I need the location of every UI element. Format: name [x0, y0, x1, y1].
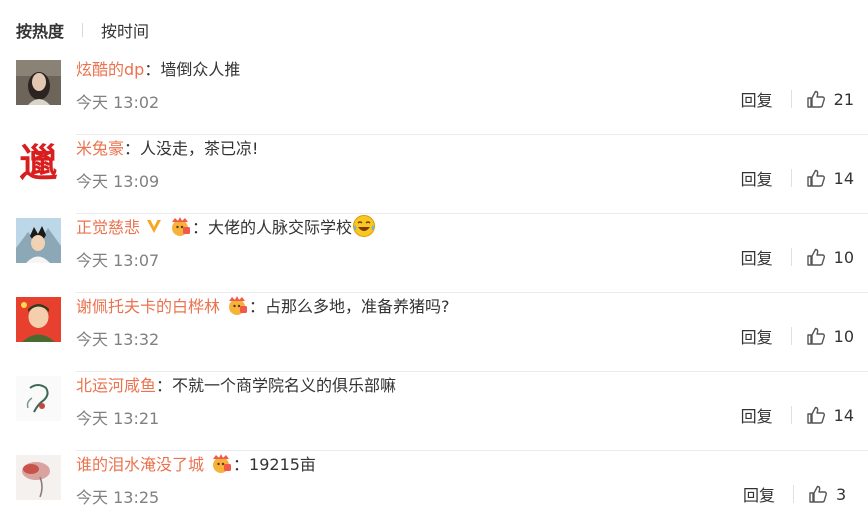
fan-badge-icon [213, 454, 232, 473]
like-count: 10 [833, 247, 854, 267]
comment-text: 19215亩 [249, 455, 316, 474]
thumbs-up-icon[interactable] [806, 326, 826, 346]
like-count: 3 [836, 484, 847, 504]
avatar[interactable] [16, 455, 61, 500]
reply-button[interactable]: 回复 [741, 324, 773, 348]
fan-badge-icon [229, 296, 248, 315]
comment-item: 北运河咸鱼：不就一个商学院名义的俱乐部嘛 今天 13:21 回复 14 [16, 372, 868, 451]
like-count: 14 [833, 168, 854, 188]
reply-button[interactable]: 回复 [741, 403, 773, 427]
colon: ： [192, 218, 209, 237]
thumbs-up-icon[interactable] [806, 247, 826, 267]
username[interactable]: 米兔豪 [76, 135, 124, 159]
action-divider [790, 248, 792, 266]
comment-text: 人没走，茶已凉! [140, 139, 259, 158]
colon: ： [156, 376, 173, 395]
username[interactable]: 谢佩托夫卡的白桦林 [76, 293, 220, 317]
avatar[interactable] [16, 218, 61, 263]
sort-divider [82, 23, 84, 37]
reply-button[interactable]: 回复 [743, 482, 775, 506]
laughing-tears-emoji-icon [353, 215, 376, 237]
colon: ： [233, 455, 250, 474]
comment-item: 正觉慈悲 ：大佬的人脉交际学校 今天 13:07 回复 10 [16, 214, 868, 293]
comment-time: 今天 13:09 [76, 172, 160, 191]
sort-by-hot-tab[interactable]: 按热度 [16, 18, 64, 42]
sort-by-time-tab[interactable]: 按时间 [101, 18, 149, 42]
red-ink-avatar-icon [16, 455, 61, 500]
action-divider [790, 327, 792, 345]
comment-time: 今天 13:32 [76, 330, 160, 349]
avatar[interactable] [16, 60, 61, 105]
username[interactable]: 谁的泪水淹没了城 [76, 451, 204, 475]
comment-text: 不就一个商学院名义的俱乐部嘛 [172, 376, 397, 395]
colon: ： [144, 60, 161, 79]
like-count: 14 [833, 405, 854, 425]
soldier-cartoon-avatar-icon [16, 297, 61, 342]
user-photo-icon [16, 60, 61, 105]
calligraphy-avatar-icon: 邋 [16, 139, 61, 184]
colon: ： [124, 139, 141, 158]
username[interactable]: 北运河咸鱼 [76, 372, 156, 396]
thumbs-up-icon[interactable] [806, 89, 826, 109]
action-divider [793, 485, 794, 503]
comment-text: 占那么多地，准备养猪吗? [265, 297, 450, 316]
reply-button[interactable]: 回复 [741, 87, 773, 111]
comment-item: 谁的泪水淹没了城 ： 19215亩 今天 13:25 回复 3 [16, 451, 868, 530]
username[interactable]: 炫酷的dp [76, 56, 144, 80]
avatar-character: 邋 [19, 143, 57, 184]
comment-time: 今天 13:21 [76, 409, 160, 428]
avatar[interactable] [16, 376, 61, 421]
avatar[interactable] [16, 297, 61, 342]
comment-time: 今天 13:07 [76, 251, 160, 270]
avatar[interactable]: 邋 [16, 139, 61, 184]
comment-text: 墙倒众人推 [160, 60, 241, 79]
like-count: 10 [833, 326, 854, 346]
reply-button[interactable]: 回复 [741, 166, 773, 190]
comment-item: 炫酷的dp：墙倒众人推 今天 13:02 回复 21 [16, 56, 868, 135]
verified-v-icon [147, 220, 162, 233]
action-divider [790, 90, 792, 108]
comment-time: 今天 13:02 [76, 93, 160, 112]
action-divider [790, 169, 792, 187]
thumbs-up-icon[interactable] [806, 405, 826, 425]
comment-text: 大佬的人脉交际学校 [208, 218, 353, 237]
action-divider [790, 406, 792, 424]
cartoon-avatar-icon [16, 218, 61, 263]
fan-badge-icon [172, 217, 191, 236]
thumbs-up-icon[interactable] [808, 484, 828, 504]
reply-button[interactable]: 回复 [741, 245, 773, 269]
colon: ： [249, 297, 266, 316]
like-count: 21 [833, 89, 854, 109]
comment-time: 今天 13:25 [76, 488, 160, 507]
comment-item: 邋 米兔豪：人没走，茶已凉! 今天 13:09 回复 14 [16, 135, 868, 214]
comment-item: 谢佩托夫卡的白桦林 ：占那么多地，准备养猪吗? 今天 13:32 回复 10 [16, 293, 868, 372]
username[interactable]: 正觉慈悲 [76, 214, 140, 238]
ink-sketch-avatar-icon [16, 376, 61, 421]
sort-bar: 按热度 按时间 [16, 18, 149, 42]
thumbs-up-icon[interactable] [806, 168, 826, 188]
